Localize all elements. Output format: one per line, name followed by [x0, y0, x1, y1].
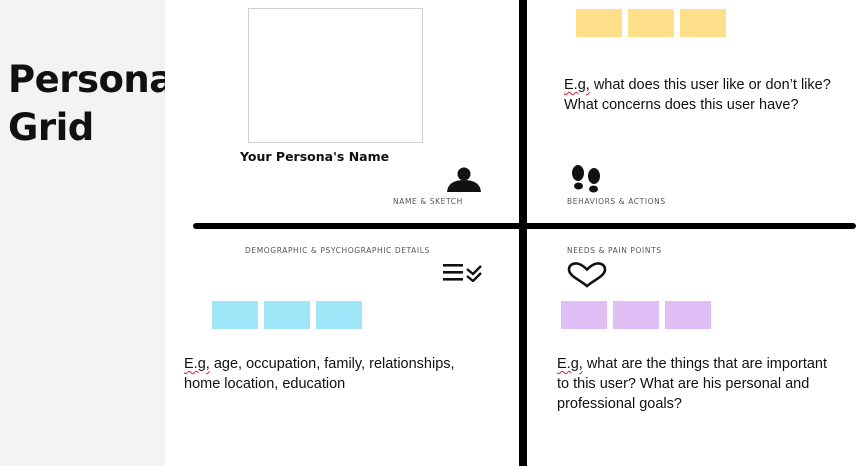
vertical-divider — [519, 0, 527, 466]
title-line-2: Grid — [8, 106, 94, 149]
behaviors-label: BEHAVIORS & ACTIONS — [567, 197, 666, 206]
demographics-text: E.g, age, occupation, family, relationsh… — [184, 354, 455, 394]
text-line: professional goals? — [557, 396, 682, 412]
footprints-icon — [572, 165, 600, 193]
sticky-note-blue-2 — [264, 301, 310, 329]
sticky-note-purple-1 — [561, 301, 607, 329]
persona-sketch-placeholder[interactable] — [248, 8, 423, 143]
text-prefix: E.g, — [557, 356, 583, 372]
sticky-note-yellow-3 — [680, 9, 726, 37]
persona-name: Your Persona's Name — [240, 149, 390, 164]
list-check-icon — [443, 264, 482, 282]
slide-title: Persona Grid — [8, 56, 174, 152]
horizontal-divider — [193, 223, 856, 229]
needs-label: NEEDS & PAIN POINTS — [567, 246, 662, 255]
title-line-1: Persona — [8, 58, 174, 101]
text-line: home location, education — [184, 376, 346, 392]
needs-text: E.g, what are the things that are import… — [557, 354, 827, 414]
text-prefix: E.g, — [184, 356, 210, 372]
person-icon — [447, 167, 481, 192]
sticky-note-yellow-2 — [628, 9, 674, 37]
text-line: what does this user like or don’t like? — [589, 77, 831, 93]
demographics-label: DEMOGRAPHIC & PSYCHOGRAPHIC DETAILS — [245, 246, 430, 255]
sticky-note-purple-2 — [613, 301, 659, 329]
name-sketch-label: NAME & SKETCH — [393, 197, 463, 206]
text-line: What concerns does this user have? — [564, 97, 799, 113]
heart-icon — [567, 262, 607, 288]
behaviors-text: E.g, what does this user like or don’t l… — [564, 75, 831, 115]
text-prefix: E.g, — [564, 77, 590, 93]
text-line: what are the things that are important — [582, 356, 828, 372]
sticky-note-purple-3 — [665, 301, 711, 329]
sticky-note-blue-1 — [212, 301, 258, 329]
sticky-note-yellow-1 — [576, 9, 622, 37]
sticky-note-blue-3 — [316, 301, 362, 329]
text-line: to this user? What are his personal and — [557, 376, 810, 392]
text-line: age, occupation, family, relationships, — [209, 356, 455, 372]
